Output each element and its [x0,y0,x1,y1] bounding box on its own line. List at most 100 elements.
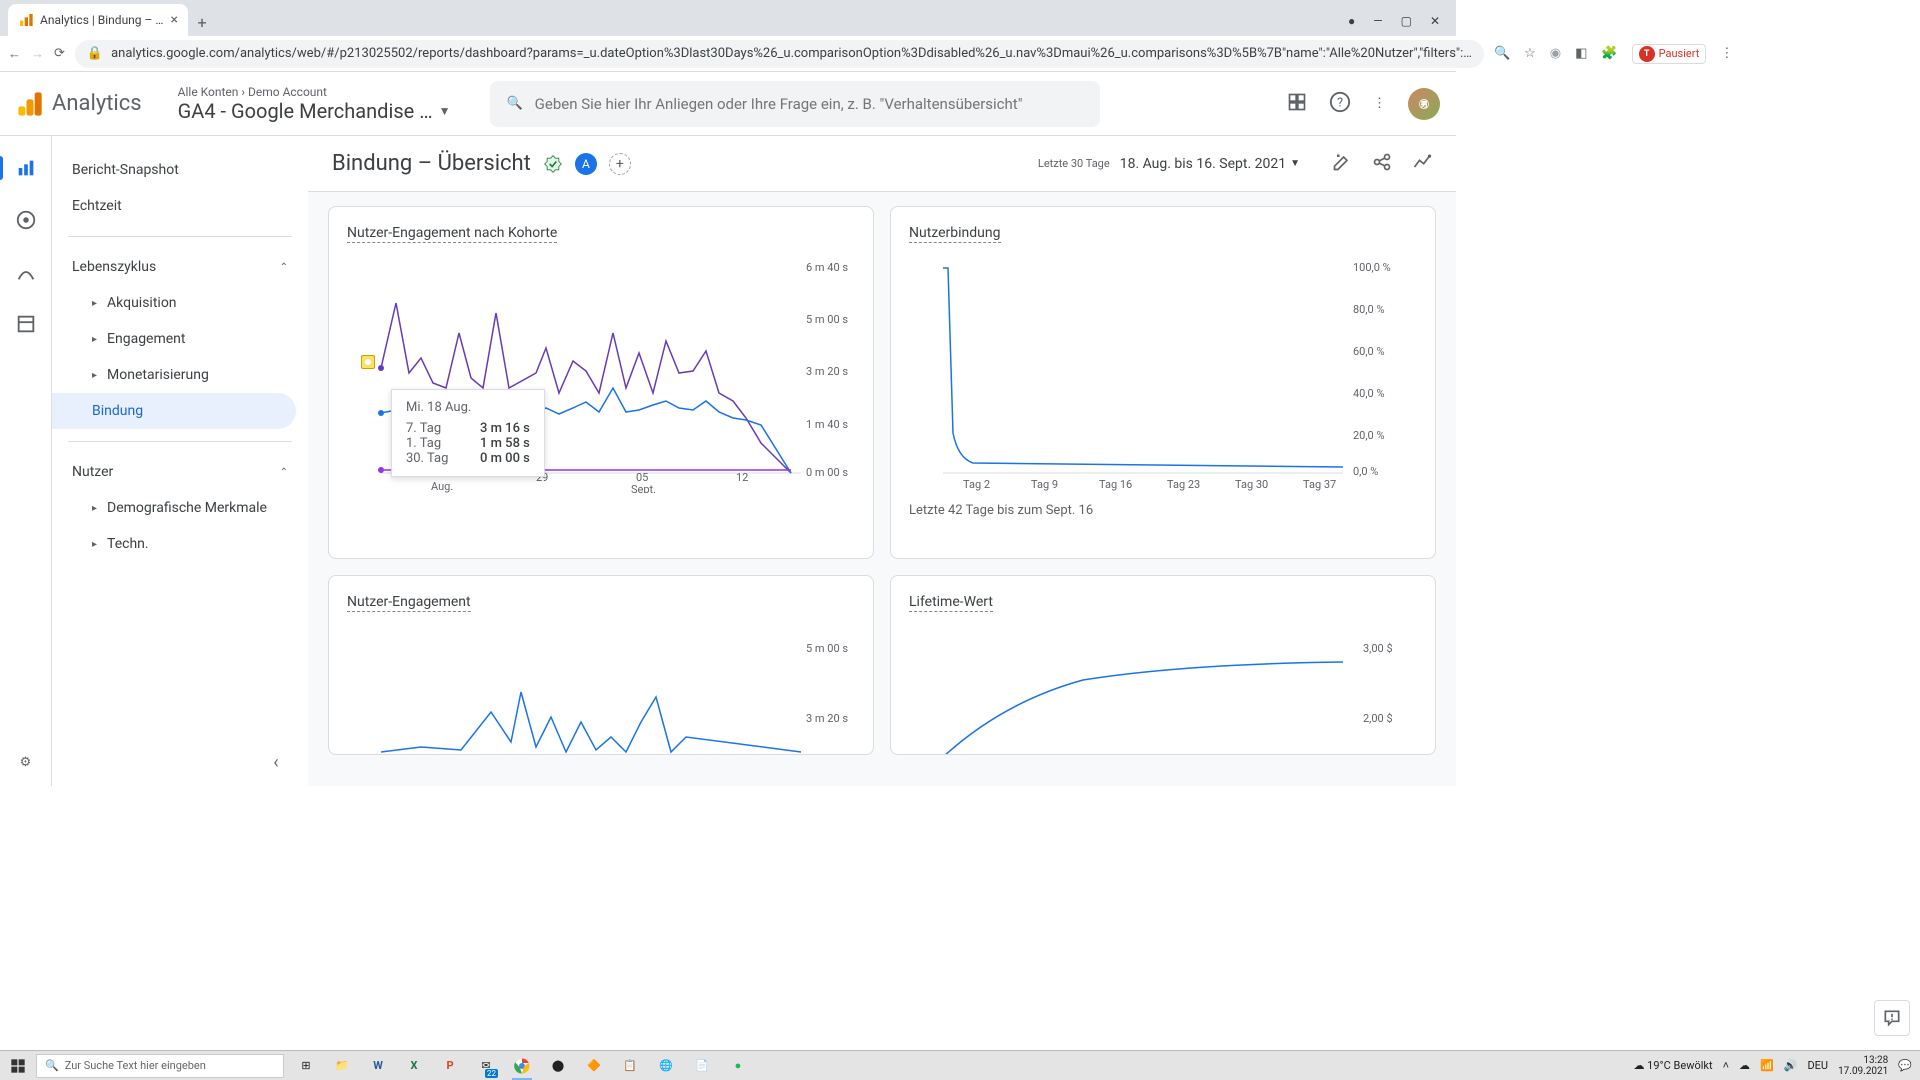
search-box[interactable]: 🔍 [490,81,1100,127]
analytics-header: Analytics Alle Konten › Demo Account GA4… [0,72,1456,136]
back-icon[interactable]: ← [8,44,21,64]
extension-icon-1[interactable]: ◉ [1550,46,1561,61]
excel-icon[interactable]: X [400,1052,428,1080]
feedback-button[interactable] [1874,1000,1910,1036]
account-selector[interactable]: Alle Konten › Demo Account GA4 - Google … [178,85,451,123]
extensions-icon[interactable]: 🧩 [1601,46,1617,61]
share-icon[interactable] [1372,152,1392,176]
collapse-sidebar-button[interactable]: ‹ [260,746,292,778]
svg-text:60,0 %: 60,0 % [1353,345,1385,358]
property-name: GA4 - Google Merchandise … [178,99,433,123]
app-icon-2[interactable]: 📋 [616,1052,644,1080]
nav-realtime[interactable]: Echtzeit [52,188,308,224]
content-area: Bindung – Übersicht A + Letzte 30 Tage 1… [308,136,1456,786]
menu-icon[interactable]: ⋮ [1720,46,1733,61]
reload-icon[interactable]: ⟳ [54,44,65,64]
nav-bindung[interactable]: Bindung [52,393,296,429]
chart-retention[interactable]: 100,0 % 80,0 % 60,0 % 40,0 % 20,0 % 0,0 … [909,253,1417,493]
notifications-icon[interactable]: 💬 [1898,1059,1912,1072]
svg-text:Tag 23: Tag 23 [1167,478,1200,491]
spotify-icon[interactable]: ● [724,1052,752,1080]
svg-text:3 m 20 s: 3 m 20 s [806,365,848,378]
analytics-favicon [18,12,34,28]
add-segment-button[interactable]: + [609,153,631,175]
explore-rail-icon[interactable] [14,208,38,232]
search-placeholder: Zur Suche Text hier eingeben [65,1059,206,1072]
volume-icon[interactable]: 🔊 [1784,1059,1798,1072]
nav-engagement[interactable]: ▸Engagement [52,321,308,357]
help-icon[interactable]: ? [1329,91,1351,117]
user-avatar[interactable]: ㊚ [1408,88,1440,120]
maximize-icon[interactable]: ▢ [1401,14,1412,28]
close-window-icon[interactable]: ✕ [1430,14,1440,28]
feedback-icon [1882,1008,1902,1028]
mail-icon[interactable]: ✉22 [472,1052,500,1080]
onedrive-icon[interactable]: ☁ [1739,1059,1750,1072]
nav-techn[interactable]: ▸Techn. [52,526,308,562]
nav-section-user[interactable]: Nutzer⌃ [52,454,308,490]
weather-widget[interactable]: ☁ 19°C Bewölkt [1633,1059,1712,1072]
svg-text:12: 12 [736,471,748,484]
app-icon-1[interactable]: 🔶 [580,1052,608,1080]
nav-section-lifecycle[interactable]: Lebenszyklus⌃ [52,249,308,285]
explorer-icon[interactable]: 📁 [328,1052,356,1080]
reports-rail-icon[interactable] [14,156,38,180]
diagnostics-icon[interactable] [1287,92,1307,116]
close-icon[interactable]: × [171,12,178,28]
nav-akquisition[interactable]: ▸Akquisition [52,285,308,321]
clock[interactable]: 13:28 17.09.2021 [1838,1055,1888,1077]
profile-badge[interactable]: T Pausiert [1632,44,1707,64]
svg-text:0 m 00 s: 0 m 00 s [806,466,848,479]
customize-report-icon[interactable] [1332,152,1352,176]
account-dot-icon[interactable]: ● [1348,14,1355,28]
tray-chevron-icon[interactable]: ˄ [1723,1059,1729,1072]
advertising-rail-icon[interactable] [14,260,38,284]
chart-engagement-cohort[interactable]: 6 m 40 s 5 m 00 s 3 m 20 s 1 m 40 s 0 m … [347,253,855,493]
chevron-right-icon: ▸ [92,370,97,381]
task-view-icon[interactable]: ⊞ [292,1052,320,1080]
insights-icon[interactable] [1412,152,1432,176]
tab-title: Analytics | Bindung – Übersicht [40,13,165,27]
url-input[interactable]: 🔒 analytics.google.com/analytics/web/#/p… [75,40,1484,68]
language-indicator[interactable]: DEU [1807,1059,1828,1072]
date-range-picker[interactable]: Letzte 30 Tage 18. Aug. bis 16. Sept. 20… [1038,156,1300,172]
edge-icon[interactable]: 🌐 [652,1052,680,1080]
window-controls: ● — ▢ ✕ [1348,14,1448,36]
chrome-icon[interactable] [508,1052,536,1080]
profile-avatar-icon: T [1639,46,1655,62]
chevron-up-icon: ⌃ [280,467,288,478]
svg-text:Aug.: Aug. [431,480,453,493]
obs-icon[interactable]: ⬤ [544,1052,572,1080]
powerpoint-icon[interactable]: P [436,1052,464,1080]
analytics-logo[interactable]: Analytics [16,90,142,118]
address-bar: ← → ⟳ 🔒 analytics.google.com/analytics/w… [0,36,1456,72]
nav-demografie[interactable]: ▸Demografische Merkmale [52,490,308,526]
chart-engagement[interactable]: 5 m 00 s 3 m 20 s [347,622,855,755]
nav-monetarisierung[interactable]: ▸Monetarisierung [52,357,308,393]
segment-chip[interactable]: A [575,153,597,175]
word-icon[interactable]: W [364,1052,392,1080]
extension-icon-2[interactable]: ◧ [1575,46,1587,61]
wifi-icon[interactable]: 📶 [1760,1059,1774,1072]
configure-rail-icon[interactable] [14,312,38,336]
notepad-icon[interactable]: 📄 [688,1052,716,1080]
card-title: Nutzer-Engagement [347,594,471,612]
start-button[interactable] [0,1051,36,1080]
admin-rail-icon[interactable]: ⚙ [14,750,38,774]
svg-text:40,0 %: 40,0 % [1353,387,1385,400]
new-tab-button[interactable]: + [188,8,216,36]
taskbar-search[interactable]: 🔍 Zur Suche Text hier eingeben [36,1054,284,1078]
browser-tab[interactable]: Analytics | Bindung – Übersicht × [8,4,188,36]
search-input[interactable] [535,95,1085,113]
svg-text:5 m 00 s: 5 m 00 s [806,313,848,326]
star-icon[interactable]: ☆ [1524,46,1536,61]
analytics-logo-icon [16,90,44,118]
minimize-icon[interactable]: — [1373,14,1382,28]
chart-ltv[interactable]: 3,00 $ 2,00 $ [909,622,1417,755]
card-engagement: Nutzer-Engagement 5 m 00 s 3 m 20 s [328,575,874,755]
svg-text:3,00 $: 3,00 $ [1363,642,1393,655]
kebab-icon[interactable]: ⋮ [1373,96,1386,111]
forward-icon[interactable]: → [31,44,44,64]
zoom-icon[interactable]: 🔍 [1494,46,1510,61]
nav-snapshot[interactable]: Bericht-Snapshot [52,152,308,188]
